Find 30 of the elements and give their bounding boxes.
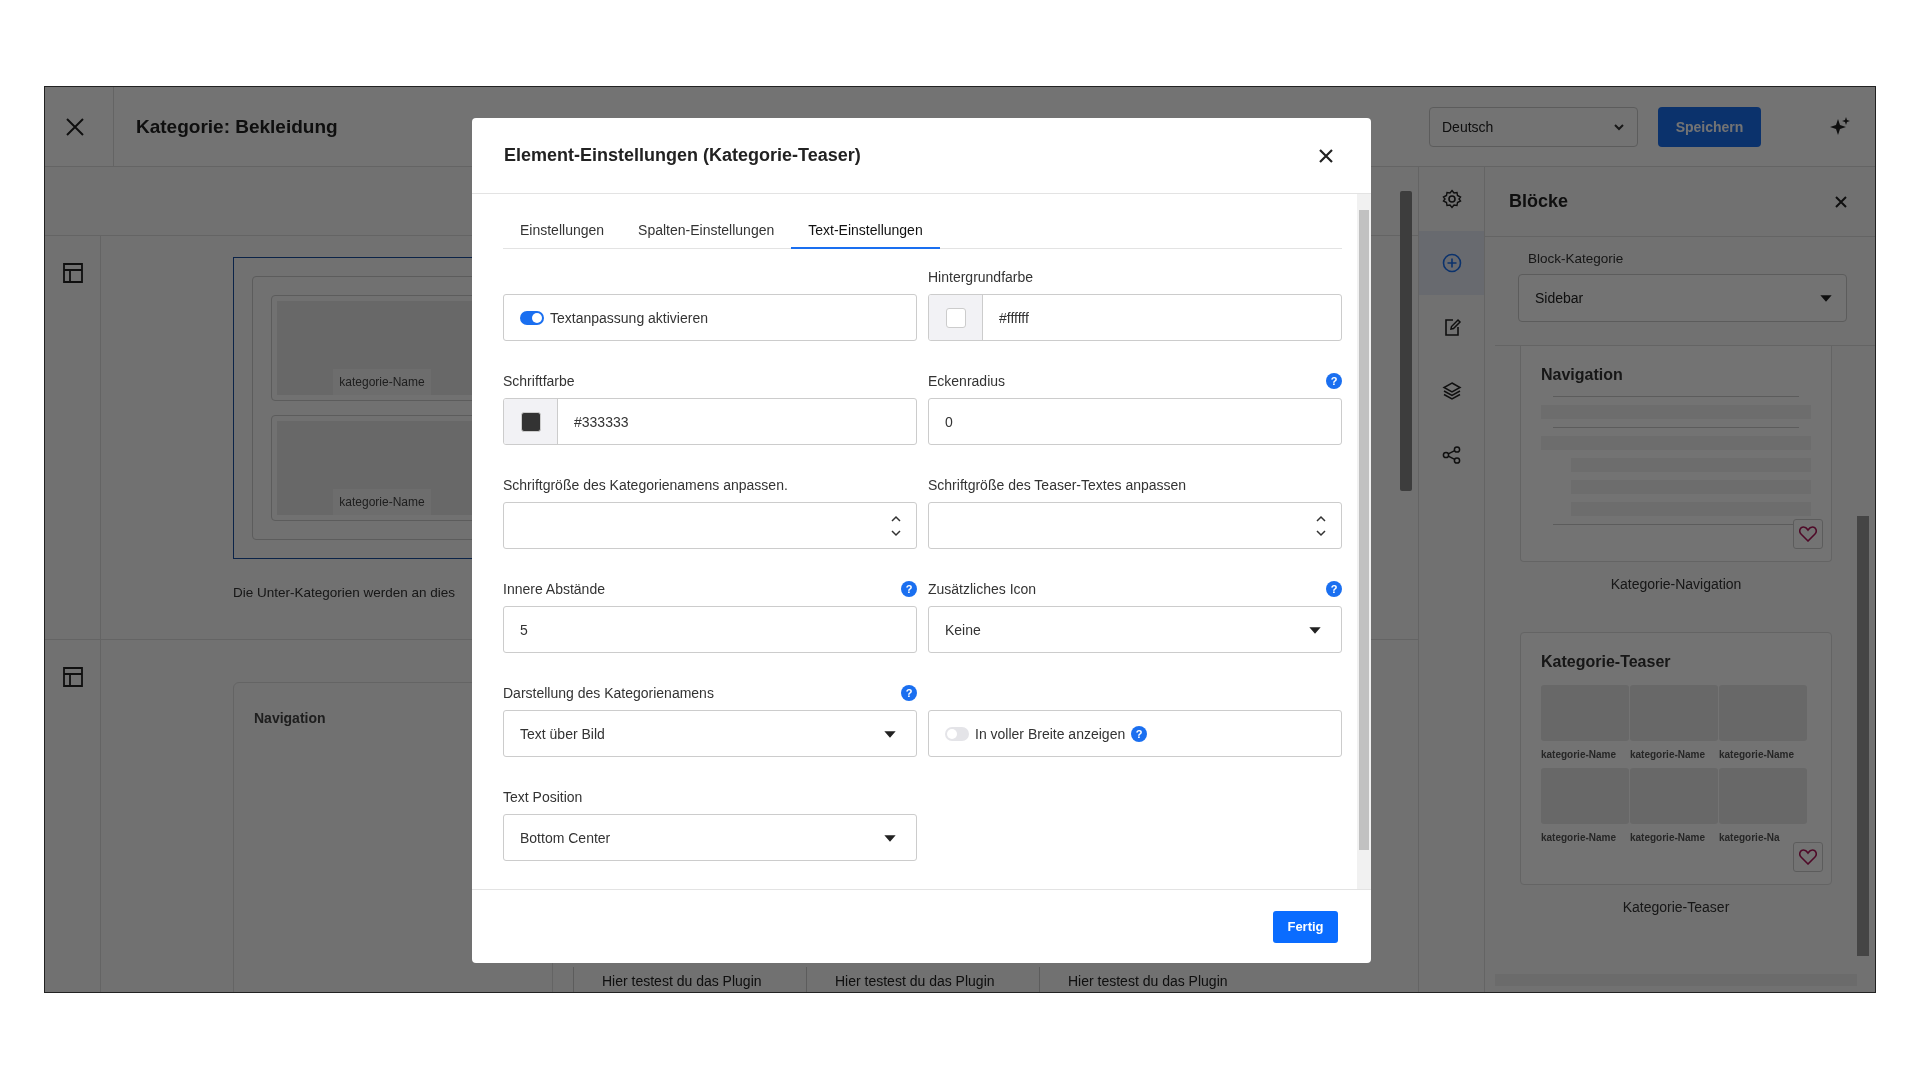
category-name: kategorie-Name: [1541, 832, 1618, 843]
category-name: kategorie-Name: [1630, 832, 1707, 843]
toggle-label: Textanpassung aktivieren: [550, 309, 708, 326]
block-heading: Kategorie-Teaser: [1541, 653, 1671, 670]
category-name: kategorie-Name: [333, 489, 431, 515]
field-label: Block-Kategorie: [1528, 251, 1625, 266]
block-caption: Kategorie-Navigation: [1610, 576, 1742, 592]
field-label: Hintergrundfarbe: [928, 269, 1034, 285]
field-label: Innere Abstände: [503, 581, 605, 597]
plugin-text: Hier testest du das Plugin: [806, 967, 1039, 992]
category-name: kategorie-Na: [1719, 832, 1781, 843]
category-name: kategorie-Name: [333, 369, 431, 395]
block-heading: Navigation: [1541, 366, 1623, 383]
field-label: Eckenradius: [928, 373, 1006, 389]
field-label: Schriftfarbe: [503, 373, 575, 389]
page-title: Kategorie: Bekleidung: [113, 87, 338, 166]
field-label: Schriftgröße des Teaser-Textes anpassen: [928, 477, 1187, 493]
navigation-heading: Navigation: [254, 710, 326, 726]
teaser-note: Die Unter-Kategorien werden an dies: [233, 585, 456, 600]
plugin-text: Hier testest du das Plugin: [573, 967, 806, 992]
category-name: kategorie-Name: [1719, 749, 1796, 760]
category-name: kategorie-Name: [1630, 749, 1707, 760]
toggle-label: In voller Breite anzeigen: [975, 725, 1126, 742]
block-caption: Kategorie-Teaser: [1622, 899, 1730, 915]
category-name: kategorie-Name: [1541, 749, 1618, 760]
field-label: Zusätzliches Icon: [928, 581, 1037, 597]
field-label: Schriftgröße des Kategorienamens anpassen.: [503, 477, 788, 493]
dialog-title: Element-Einstellungen (Kategorie-Teaser): [504, 145, 861, 166]
panel-title: Blöcke: [1509, 191, 1569, 212]
plugin-text: Hier testest du das Plugin: [1039, 967, 1272, 992]
